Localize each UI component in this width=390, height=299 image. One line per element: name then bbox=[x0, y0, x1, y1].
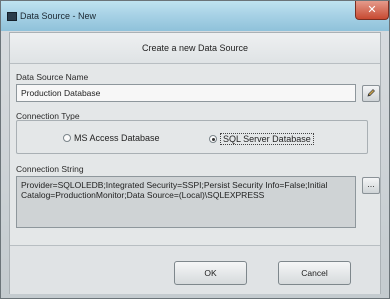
dialog-header: Create a new Data Source bbox=[10, 33, 380, 64]
radio-sql-server-indicator[interactable] bbox=[209, 135, 217, 143]
radio-sql-server-label: SQL Server Database bbox=[220, 133, 314, 145]
close-button[interactable]: ✕ bbox=[355, 1, 389, 20]
connection-string-field[interactable]: Provider=SQLOLEDB;Integrated Security=SS… bbox=[16, 176, 356, 228]
data-source-name-field[interactable]: Production Database bbox=[16, 84, 356, 102]
pencil-icon bbox=[367, 89, 375, 97]
radio-sql-server[interactable]: SQL Server Database bbox=[209, 133, 314, 145]
data-source-dialog: Data Source - New ✕ Create a new Data So… bbox=[0, 0, 390, 299]
browse-label: ... bbox=[367, 179, 375, 189]
radio-ms-access[interactable]: MS Access Database bbox=[63, 133, 160, 143]
cancel-button[interactable]: Cancel bbox=[278, 261, 351, 285]
data-source-name-label: Data Source Name bbox=[16, 72, 89, 82]
ok-button[interactable]: OK bbox=[174, 261, 247, 285]
browse-connection-button[interactable]: ... bbox=[362, 177, 380, 194]
radio-ms-access-indicator[interactable] bbox=[63, 134, 71, 142]
close-icon: ✕ bbox=[367, 4, 377, 16]
dialog-body: Create a new Data Source Data Source Nam… bbox=[9, 32, 381, 294]
connection-string-label: Connection String bbox=[16, 164, 84, 174]
connection-type-group: MS Access Database SQL Server Database bbox=[16, 120, 368, 154]
edit-name-button[interactable] bbox=[362, 85, 380, 102]
title-bar[interactable]: Data Source - New ✕ bbox=[1, 1, 389, 31]
dialog-footer: OK Cancel bbox=[10, 245, 380, 294]
window-title: Data Source - New bbox=[20, 11, 97, 21]
radio-ms-access-label: MS Access Database bbox=[74, 133, 160, 143]
app-window-icon bbox=[7, 12, 17, 21]
dialog-heading: Create a new Data Source bbox=[141, 43, 249, 53]
